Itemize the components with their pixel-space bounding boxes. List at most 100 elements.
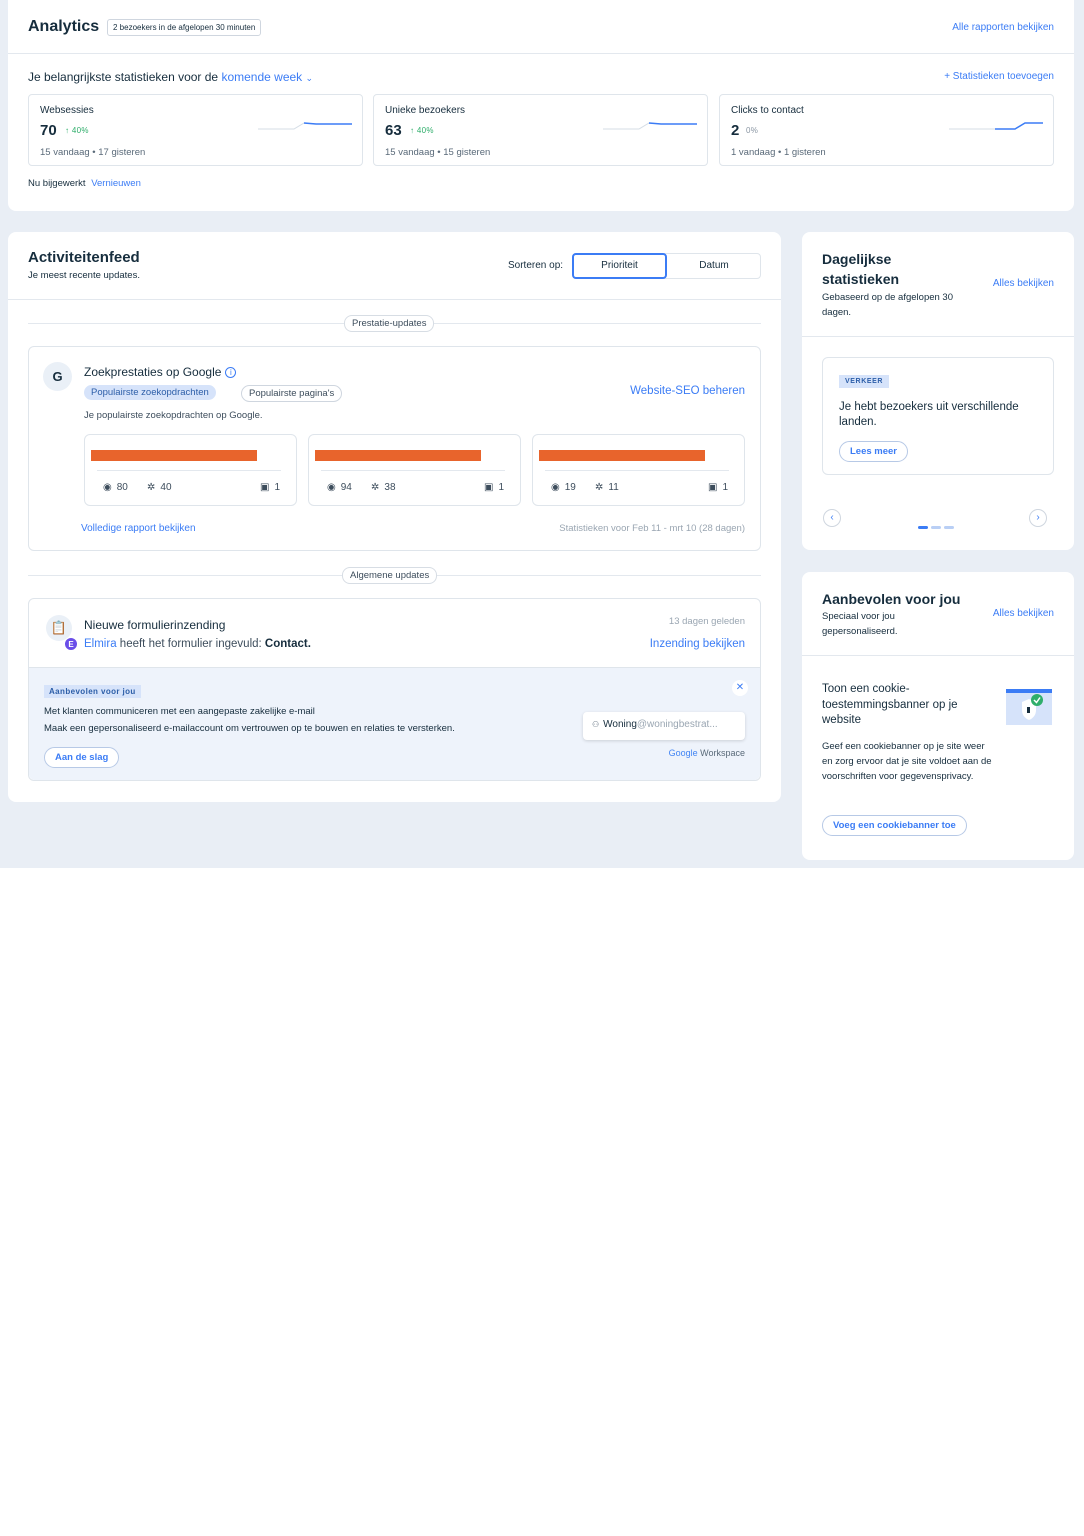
form-title: Nieuwe formulierinzending <box>84 618 226 632</box>
clicks-stat: ✲ 11 <box>595 482 619 493</box>
form-text: Elmira heeft het formulier ingevuld: Con… <box>84 638 311 650</box>
google-workspace-logo: Google Workspace <box>669 748 745 758</box>
cookie-description: Geef een cookiebanner op je site weer en… <box>822 741 992 782</box>
people-icon: ⚇ <box>592 720 600 729</box>
period-value: komende week <box>221 70 303 84</box>
position-value: 1 <box>274 482 280 493</box>
browser-icon: ▣ <box>259 482 270 493</box>
tab-top-queries[interactable]: Populairste zoekopdrachten <box>84 385 216 400</box>
section-general-label: Algemene updates <box>342 567 438 584</box>
tab-top-pages[interactable]: Populairste pagina's <box>241 385 343 402</box>
recommended-tag: Aanbevolen voor jou <box>44 685 141 698</box>
clicks-stat: ✲ 38 <box>371 482 396 493</box>
info-icon[interactable]: i <box>225 367 237 378</box>
stat-value: 2 <box>731 122 740 139</box>
read-more-button[interactable]: Lees meer <box>839 441 909 462</box>
stat-value: 70 <box>40 122 57 139</box>
cursor-click-icon: ✲ <box>371 482 380 493</box>
chevron-right-icon[interactable]: › <box>1029 509 1047 527</box>
close-icon[interactable]: ✕ <box>732 680 748 696</box>
feed-title: Activiteitenfeed <box>28 249 140 266</box>
views-stat: ◉ 80 <box>103 482 128 493</box>
view-all-link[interactable]: Alles bekijken <box>993 608 1054 619</box>
carousel-dot[interactable] <box>931 526 941 529</box>
full-report-link[interactable]: Volledige rapport bekijken <box>81 523 196 534</box>
period-dropdown[interactable]: komende week ⌄ <box>221 70 313 84</box>
stat-card-clicks[interactable]: Clicks to contact 2 0% 1 vandaag • 1 gis… <box>719 94 1054 166</box>
google-brand: Google <box>668 748 698 758</box>
cookie-shield-illustration <box>1006 689 1052 725</box>
chevron-left-icon[interactable]: ‹ <box>823 509 841 527</box>
sort-date-button[interactable]: Datum <box>667 254 761 278</box>
search-title-text: Zoekprestaties op Google <box>84 365 222 379</box>
stats-subtitle: Je belangrijkste statistieken voor de ko… <box>28 70 313 84</box>
stat-card-visitors[interactable]: Unieke bezoekers 63 ↑ 40% 15 vandaag • 1… <box>373 94 708 166</box>
sort-label: Sorteren op: <box>508 260 564 271</box>
stats-subtitle-text: Je belangrijkste statistieken voor de <box>28 70 219 84</box>
eye-icon: ◉ <box>327 482 336 493</box>
mail-domain: @woningbestrat... <box>636 719 718 730</box>
sparkline <box>949 122 1043 130</box>
recommended-subtitle: Speciaal voor jou gepersonaliseerd. <box>822 611 898 637</box>
chevron-down-icon: ⌄ <box>305 73 314 83</box>
stat-change: ↑ 40% <box>65 126 89 135</box>
browser-icon: ▣ <box>707 482 718 493</box>
recommended-title: Aanbevolen voor jou <box>822 591 961 607</box>
sparkline <box>258 122 352 130</box>
feed-subtitle: Je meest recente updates. <box>28 270 140 281</box>
daily-title-line2: statistieken <box>822 271 900 287</box>
add-cookie-banner-button[interactable]: Voeg een cookiebanner toe <box>822 815 967 836</box>
form-submission-card: 📋 E Nieuwe formulierinzending Elmira hee… <box>28 598 761 781</box>
all-reports-link[interactable]: Alle rapporten bekijken <box>952 22 1054 33</box>
email-preview: ⚇ Woning@woningbestrat... <box>583 712 745 740</box>
query-card[interactable]: ◉ 80 ✲ 40 ▣ 1 <box>84 434 297 506</box>
form-action-text: heeft het formulier ingevuld: <box>119 638 262 650</box>
views-value: 94 <box>340 482 352 493</box>
views-stat: ◉ 19 <box>551 482 576 493</box>
search-description: Je populairste zoekopdrachten op Google. <box>84 410 263 421</box>
sort-priority-button[interactable]: Prioriteit <box>572 253 667 279</box>
carousel-dot[interactable] <box>918 526 928 529</box>
views-value: 80 <box>116 482 128 493</box>
clicks-value: 40 <box>160 482 172 493</box>
form-name: Contact. <box>264 638 311 650</box>
position-value: 1 <box>498 482 504 493</box>
divider <box>97 470 281 471</box>
carousel-dot[interactable] <box>944 526 954 529</box>
query-card[interactable]: ◉ 94 ✲ 38 ▣ 1 <box>308 434 521 506</box>
views-stat: ◉ 94 <box>327 482 352 493</box>
daily-title: Dagelijkse statistieken <box>822 249 899 289</box>
clicks-value: 38 <box>384 482 396 493</box>
position-stat: ▣ 1 <box>484 482 504 493</box>
manage-seo-link[interactable]: Website-SEO beheren <box>630 385 745 397</box>
carousel-dots <box>918 516 957 534</box>
stat-label: Clicks to contact <box>731 105 804 116</box>
get-started-button[interactable]: Aan de slag <box>44 747 120 768</box>
stat-change: ↑ 40% <box>410 126 434 135</box>
add-stats-button[interactable]: + Statistieken toevoegen <box>944 71 1054 82</box>
refresh-link[interactable]: Vernieuwen <box>91 178 141 189</box>
divider <box>802 655 1074 656</box>
user-link[interactable]: Elmira <box>84 638 117 650</box>
stat-card-sessions[interactable]: Websessies 70 ↑ 40% 15 vandaag • 17 gist… <box>28 94 363 166</box>
stat-change: 0% <box>746 126 759 135</box>
divider <box>545 470 729 471</box>
reco-heading: Met klanten communiceren met een aangepa… <box>44 706 315 717</box>
stat-label: Websessies <box>40 105 94 116</box>
views-value: 19 <box>564 482 576 493</box>
divider <box>8 299 781 300</box>
avatar: E <box>64 637 78 651</box>
divider <box>802 336 1074 337</box>
recommended-card: Aanbevolen voor jou Speciaal voor jou ge… <box>802 572 1074 860</box>
sort-toggle: Prioriteit Datum <box>572 253 761 279</box>
cursor-click-icon: ✲ <box>595 482 604 493</box>
sparkline <box>603 122 697 130</box>
updated-text: Nu bijgewerkt <box>28 178 86 189</box>
cookie-title: Toon een cookie-toestemmingsbanner op je… <box>822 683 958 726</box>
workspace-label: Workspace <box>700 748 745 758</box>
clicks-value: 11 <box>608 482 619 493</box>
eye-icon: ◉ <box>103 482 112 493</box>
query-card[interactable]: ◉ 19 ✲ 11 ▣ 1 <box>532 434 745 506</box>
view-all-link[interactable]: Alles bekijken <box>993 278 1054 289</box>
view-submission-link[interactable]: Inzending bekijken <box>650 638 745 650</box>
